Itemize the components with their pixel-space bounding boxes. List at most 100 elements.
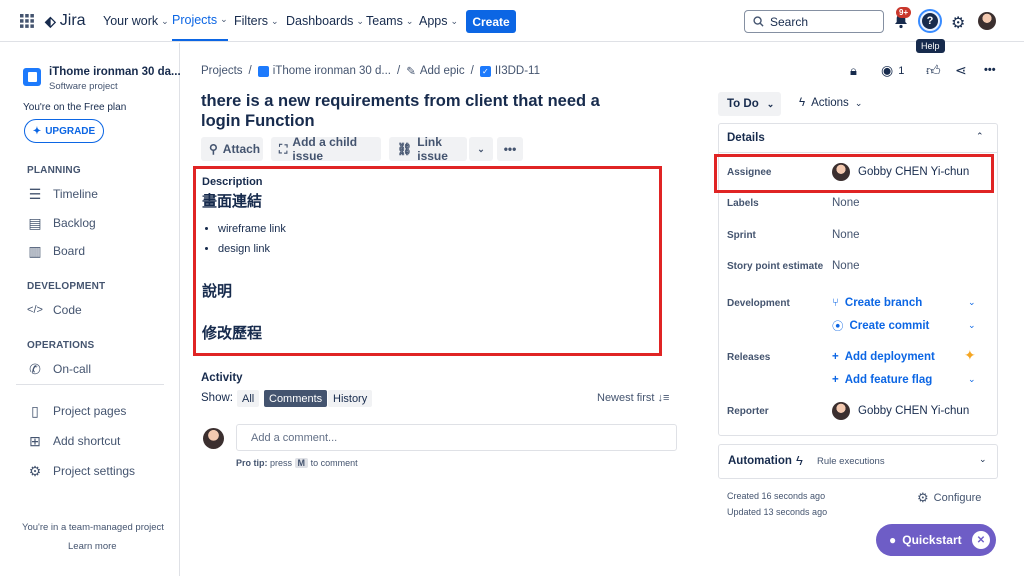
sidebar-item-board[interactable]: ▥ Board bbox=[27, 240, 85, 262]
help-icon: ? bbox=[922, 13, 938, 29]
issue-title[interactable]: there is a new requirements from client … bbox=[201, 91, 641, 131]
search-icon bbox=[753, 16, 764, 27]
child-issue-icon: ⛶ bbox=[279, 141, 288, 156]
breadcrumb-add-epic[interactable]: Add epic bbox=[420, 65, 465, 77]
sidebar-item-label: Project settings bbox=[53, 464, 136, 478]
filter-comments[interactable]: Comments bbox=[264, 390, 328, 407]
configure-label: Configure bbox=[933, 492, 982, 504]
updated-timestamp: Updated 13 seconds ago bbox=[727, 507, 828, 517]
details-header[interactable]: Details ⌃ bbox=[718, 123, 998, 153]
help-button[interactable]: ? bbox=[918, 9, 942, 33]
chevron-down-icon[interactable]: ⌄ bbox=[968, 320, 976, 331]
plus-icon: + bbox=[832, 374, 839, 386]
nav-label: Teams bbox=[366, 14, 403, 28]
chevron-down-icon: ⌄ bbox=[220, 14, 228, 24]
upgrade-button[interactable]: ✦ UPGRADE bbox=[24, 119, 104, 143]
eye-icon: ◉ bbox=[881, 62, 894, 78]
on-call-icon: ✆ bbox=[29, 360, 41, 377]
status-dropdown[interactable]: To Do ⌄ bbox=[718, 92, 781, 116]
nav-your-work[interactable]: Your work ⌄ bbox=[103, 0, 169, 42]
profile-avatar[interactable] bbox=[978, 12, 996, 33]
filter-all[interactable]: All bbox=[237, 390, 260, 407]
sidebar-item-add-shortcut[interactable]: ⊞ Add shortcut bbox=[27, 430, 120, 452]
settings-gear-icon: ⚙ bbox=[917, 490, 929, 505]
jira-logo-icon: ⬖ bbox=[45, 12, 56, 29]
sidebar-item-timeline[interactable]: ☰ Timeline bbox=[27, 183, 98, 205]
quickstart-label: Quickstart bbox=[902, 533, 962, 547]
quickstart-button[interactable]: ● Quickstart ✕ bbox=[876, 524, 996, 556]
pro-tip-text: press bbox=[270, 458, 293, 468]
thumbs-up-icon[interactable]: 👍︎ bbox=[926, 62, 941, 79]
sidebar-item-project-settings[interactable]: ⚙ Project settings bbox=[27, 460, 135, 482]
add-child-label: Add a child issue bbox=[292, 135, 358, 163]
nav-dashboards[interactable]: Dashboards ⌄ bbox=[286, 0, 364, 42]
nav-filters[interactable]: Filters ⌄ bbox=[234, 0, 279, 42]
project-small-icon bbox=[257, 65, 269, 77]
sparkle-icon: ✦ bbox=[32, 125, 42, 137]
nav-projects[interactable]: Projects ⌄ bbox=[172, 0, 228, 41]
automation-title: Automation bbox=[728, 455, 792, 467]
sparkle-icon: ✦ bbox=[964, 347, 976, 363]
breadcrumb-projects[interactable]: Projects bbox=[201, 65, 243, 77]
project-sidebar: iThome ironman 30 da... Software project… bbox=[0, 43, 181, 576]
create-commit-label: Create commit bbox=[849, 320, 930, 332]
chevron-down-icon[interactable]: ⌄ bbox=[968, 297, 976, 308]
chevron-down-icon: ⌄ bbox=[271, 15, 279, 26]
plan-note: You're on the Free plan bbox=[23, 102, 127, 113]
create-branch-link[interactable]: ⑂ Create branch bbox=[832, 295, 922, 311]
attach-button[interactable]: ⚲ Attach bbox=[201, 137, 263, 161]
jira-logo[interactable]: ⬖ Jira bbox=[45, 0, 86, 42]
releases-label: Releases bbox=[727, 351, 771, 363]
nav-apps[interactable]: Apps ⌄ bbox=[419, 0, 458, 42]
avatar bbox=[203, 428, 224, 449]
settings-gear-icon[interactable]: ⚙ bbox=[951, 13, 965, 33]
link-issue-button[interactable]: ⛓ Link issue bbox=[389, 135, 467, 163]
share-icon[interactable]: ⋖ bbox=[955, 62, 967, 79]
configure-button[interactable]: ⚙ Configure bbox=[917, 490, 981, 506]
breadcrumb-project[interactable]: iThome ironman 30 d... bbox=[273, 65, 391, 77]
link-icon: ⛓ bbox=[397, 142, 413, 156]
link-issue-dropdown[interactable]: ⌄ bbox=[469, 137, 493, 161]
chevron-down-icon[interactable]: ⌄ bbox=[968, 374, 976, 385]
sidebar-item-code[interactable]: </> Code bbox=[27, 299, 82, 321]
notifications-button[interactable]: 9+ bbox=[894, 7, 912, 32]
chevron-down-icon: ⌄ bbox=[979, 454, 987, 464]
labels-value[interactable]: None bbox=[832, 195, 860, 211]
breadcrumb-issue-key[interactable]: II3DD-11 bbox=[495, 65, 540, 77]
project-name[interactable]: iThome ironman 30 da... bbox=[49, 66, 181, 78]
more-actions-button[interactable]: ••• bbox=[497, 137, 523, 161]
chevron-down-icon: ⌄ bbox=[450, 15, 459, 26]
sort-newest-first[interactable]: Newest first ↓≡ bbox=[597, 392, 669, 404]
create-commit-link[interactable]: ⦿ Create commit bbox=[832, 318, 929, 334]
lock-icon[interactable]: 🔒︎ bbox=[850, 63, 857, 79]
sidebar-item-on-call[interactable]: ✆ On-call bbox=[27, 358, 91, 380]
reporter-value[interactable]: Gobby CHEN Yi-chun bbox=[832, 402, 969, 420]
chevron-down-icon: ⌄ bbox=[766, 98, 775, 109]
chevron-down-icon: ⌄ bbox=[854, 97, 863, 108]
pro-tip-prefix: Pro tip: bbox=[236, 458, 268, 468]
comment-input[interactable]: Add a comment... bbox=[236, 424, 677, 451]
app-switcher-icon[interactable] bbox=[20, 0, 34, 42]
description-heading-3: 修改歷程 bbox=[202, 325, 263, 342]
close-icon[interactable]: ✕ bbox=[972, 531, 990, 549]
watch-button[interactable]: ◉ 1 bbox=[881, 62, 904, 79]
sidebar-item-project-pages[interactable]: ▯ Project pages bbox=[27, 400, 126, 422]
automation-panel[interactable]: Automation ϟ Rule executions ⌄ bbox=[718, 444, 998, 479]
sidebar-item-backlog[interactable]: ▤ Backlog bbox=[27, 212, 96, 234]
more-icon[interactable]: ••• bbox=[984, 64, 996, 76]
filter-history[interactable]: History bbox=[328, 390, 373, 407]
actions-dropdown[interactable]: ϟ Actions ⌄ bbox=[799, 97, 862, 109]
learn-more-link[interactable]: Learn more bbox=[68, 541, 117, 552]
nav-teams[interactable]: Teams ⌄ bbox=[366, 0, 413, 42]
add-child-issue-button[interactable]: ⛶ Add a child issue bbox=[271, 135, 381, 163]
lightning-icon: ϟ bbox=[799, 97, 806, 109]
sprint-value[interactable]: None bbox=[832, 227, 860, 243]
add-deployment-link[interactable]: + Add deployment bbox=[832, 349, 935, 365]
search-input[interactable]: Search bbox=[744, 10, 884, 33]
sidebar-item-label: Backlog bbox=[53, 216, 96, 230]
description-list: wireframe link design link bbox=[218, 219, 286, 259]
story-points-value[interactable]: None bbox=[832, 258, 860, 274]
create-button[interactable]: Create bbox=[466, 10, 516, 33]
assignee-value[interactable]: Gobby CHEN Yi-chun bbox=[832, 163, 969, 181]
add-feature-flag-link[interactable]: + Add feature flag bbox=[832, 372, 932, 388]
